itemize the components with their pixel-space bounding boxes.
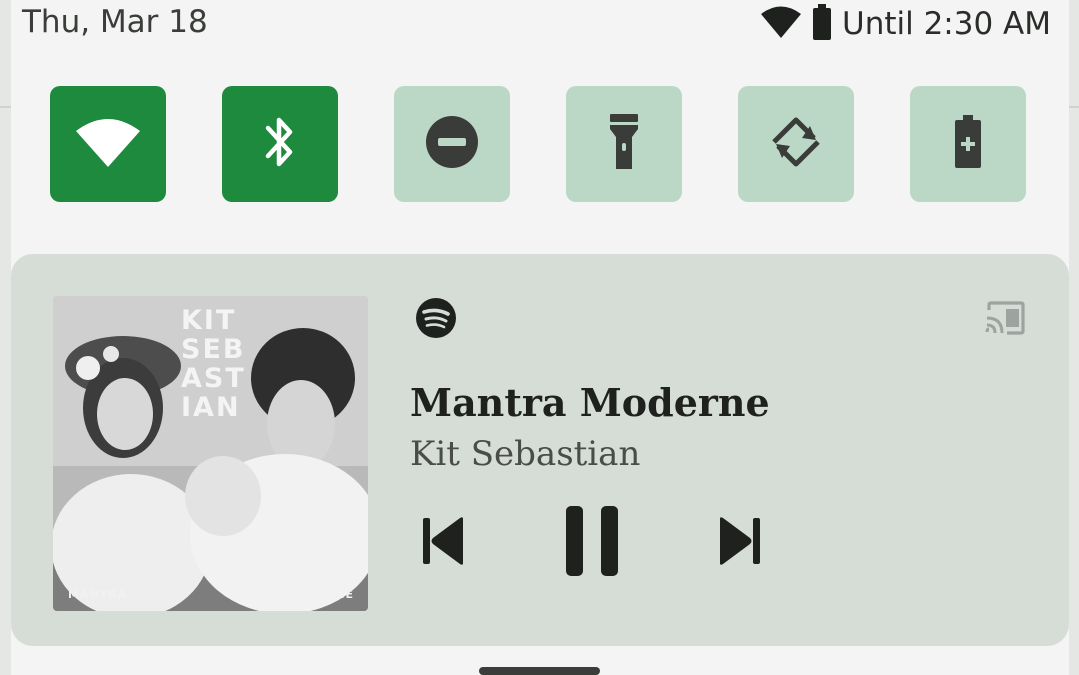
spotify-icon[interactable]: [415, 297, 457, 344]
album-art[interactable]: KIT SEB AST IAN MANTRA MODERNE: [53, 296, 368, 611]
tile-auto-rotate[interactable]: [738, 86, 854, 202]
album-bottom-left-text: MANTRA: [68, 588, 128, 601]
skip-previous-icon[interactable]: [421, 516, 465, 571]
date-label[interactable]: Thu, Mar 18: [22, 4, 208, 40]
tile-bluetooth[interactable]: [222, 86, 338, 202]
status-bar: Thu, Mar 18 Until 2:30 AM: [0, 0, 1079, 50]
flashlight-icon: [608, 113, 640, 176]
home-handle[interactable]: [479, 667, 600, 675]
album-title-line: IAN: [181, 392, 241, 423]
wifi-icon: [75, 116, 141, 173]
skip-next-icon[interactable]: [718, 516, 762, 571]
cast-icon[interactable]: [985, 301, 1027, 340]
battery-saver-icon: [953, 114, 983, 174]
pause-icon[interactable]: [564, 504, 620, 583]
tile-wifi[interactable]: [50, 86, 166, 202]
media-player-card[interactable]: KIT SEB AST IAN MANTRA MODERNE Mantra Mo…: [11, 254, 1069, 646]
album-title-line: AST: [181, 363, 246, 394]
auto-rotate-icon: [766, 112, 826, 177]
bluetooth-icon: [260, 112, 300, 177]
album-title-text: KIT SEB AST IAN: [181, 306, 246, 422]
shade-edge-left: [0, 106, 11, 108]
album-title-line: KIT: [181, 305, 237, 336]
do-not-disturb-icon: [424, 114, 480, 175]
tile-flashlight[interactable]: [566, 86, 682, 202]
song-title: Mantra Moderne: [410, 380, 770, 425]
tile-battery-saver[interactable]: [910, 86, 1026, 202]
shade-edge-right: [1069, 106, 1079, 108]
status-icons: Until 2:30 AM: [760, 3, 1051, 45]
album-bottom-right-text: MODERNE: [284, 588, 354, 601]
wifi-icon: [760, 5, 802, 44]
quick-settings-tiles: [50, 86, 1026, 202]
tile-do-not-disturb[interactable]: [394, 86, 510, 202]
playback-controls: [416, 504, 776, 584]
alarm-text: Until 2:30 AM: [842, 6, 1051, 42]
album-title-line: SEB: [181, 334, 246, 365]
battery-icon: [812, 3, 832, 45]
artist-name: Kit Sebastian: [410, 434, 641, 474]
